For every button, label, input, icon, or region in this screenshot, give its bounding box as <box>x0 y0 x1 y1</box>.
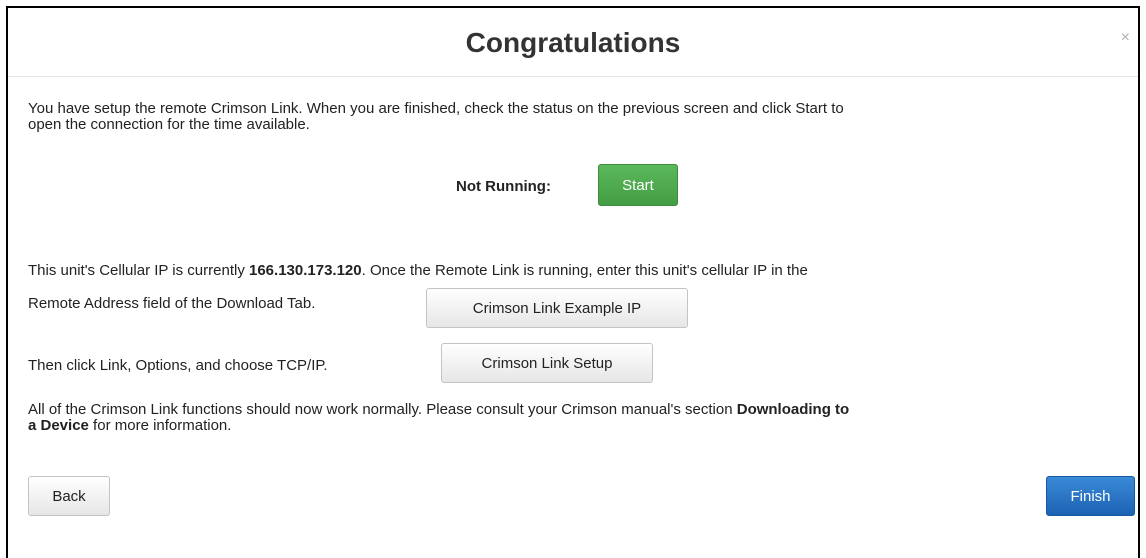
close-icon[interactable]: × <box>1121 30 1130 46</box>
start-button[interactable]: Start <box>598 164 678 206</box>
cellular-suffix: . Once the Remote Link is running, enter… <box>361 262 808 279</box>
consult-suffix: for more information. <box>88 417 232 434</box>
intro-text: You have setup the remote Crimson Link. … <box>28 101 1132 133</box>
consult-bold-2: a Device <box>28 417 89 434</box>
back-button[interactable]: Back <box>28 476 110 516</box>
finish-button[interactable]: Finish <box>1046 476 1135 516</box>
cellular-prefix: This unit's Cellular IP is currently <box>28 262 249 279</box>
cellular-line-1: This unit's Cellular IP is currently 166… <box>28 263 1132 279</box>
consult-prefix: All of the Crimson Link functions should… <box>28 401 737 418</box>
consult-line-2: a Device for more information. <box>28 418 1132 434</box>
cellular-line-2: Remote Address field of the Download Tab… <box>28 295 316 312</box>
intro-line-1: You have setup the remote Crimson Link. … <box>28 100 844 117</box>
cellular-ip-value: 166.130.173.120 <box>249 262 362 279</box>
status-label: Not Running: <box>456 178 551 195</box>
intro-line-2: open the connection for the time availab… <box>28 116 310 133</box>
congratulations-dialog: Congratulations × You have setup the rem… <box>6 6 1140 558</box>
dialog-title: Congratulations <box>465 27 681 58</box>
consult-line-1: All of the Crimson Link functions should… <box>28 402 1132 418</box>
link-instructions: Then click Link, Options, and choose TCP… <box>28 357 328 374</box>
dialog-header: Congratulations × <box>8 8 1138 77</box>
crimson-link-setup-button[interactable]: Crimson Link Setup <box>441 343 653 383</box>
crimson-link-example-ip-button[interactable]: Crimson Link Example IP <box>426 288 688 328</box>
consult-text: All of the Crimson Link functions should… <box>28 402 1132 434</box>
consult-bold-1: Downloading to <box>736 401 850 418</box>
